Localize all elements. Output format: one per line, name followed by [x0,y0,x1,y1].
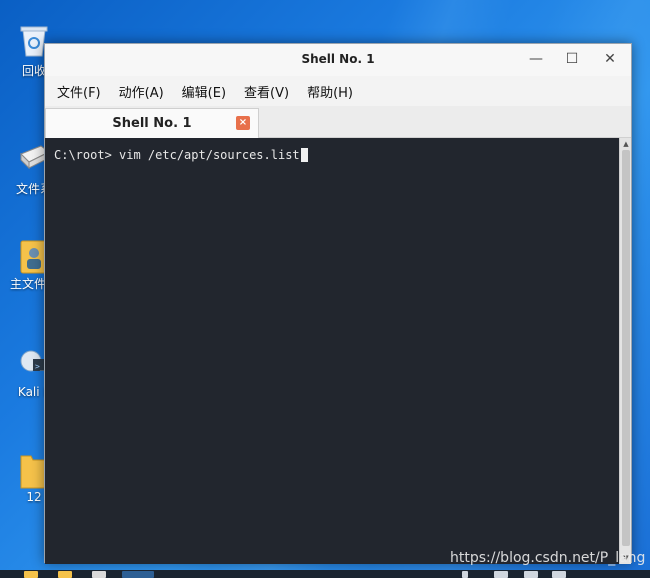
terminal-window: Shell No. 1 — ☐ ✕ 文件(F) 动作(A) 编辑(E) 查看(V… [44,43,632,564]
tray-icon[interactable] [494,571,508,578]
menu-edit[interactable]: 编辑(E) [182,82,226,101]
terminal-prompt: C:\root> [54,148,120,162]
taskbar-folder-icon[interactable] [58,571,72,578]
taskbar [0,570,650,578]
menu-file[interactable]: 文件(F) [57,82,101,101]
menu-view[interactable]: 查看(V) [244,82,289,101]
vertical-scrollbar[interactable]: ▲ ▼ [619,138,631,564]
tab-bar: Shell No. 1 × [45,106,631,138]
maximize-button[interactable]: ☐ [559,48,585,70]
tab-close-icon[interactable]: × [236,116,250,130]
taskbar-window-icon[interactable] [92,571,106,578]
scroll-up-arrow-icon[interactable]: ▲ [620,138,632,150]
menu-action[interactable]: 动作(A) [119,82,164,101]
tray-icon[interactable] [524,571,538,578]
tab-shell-1[interactable]: Shell No. 1 × [45,108,259,138]
terminal-line: C:\root> vim /etc/apt/sources.list [54,148,308,162]
menu-bar: 文件(F) 动作(A) 编辑(E) 查看(V) 帮助(H) [45,76,631,106]
terminal-area[interactable]: C:\root> vim /etc/apt/sources.list [45,138,621,564]
title-bar[interactable]: Shell No. 1 — ☐ ✕ [45,44,631,76]
scroll-thumb[interactable] [622,150,630,546]
minimize-button[interactable]: — [523,48,549,70]
tab-label: Shell No. 1 [112,116,192,131]
terminal-command: vim /etc/apt/sources.list [119,148,300,162]
tray-icon[interactable] [552,571,566,578]
watermark: https://blog.csdn.net/P_lang [450,550,646,566]
taskbar-active-terminal[interactable] [122,571,154,578]
tray-icon[interactable] [462,571,468,578]
menu-help[interactable]: 帮助(H) [307,82,353,101]
close-button[interactable]: ✕ [597,48,623,70]
text-cursor [300,148,308,162]
taskbar-folder-icon[interactable] [24,571,38,578]
